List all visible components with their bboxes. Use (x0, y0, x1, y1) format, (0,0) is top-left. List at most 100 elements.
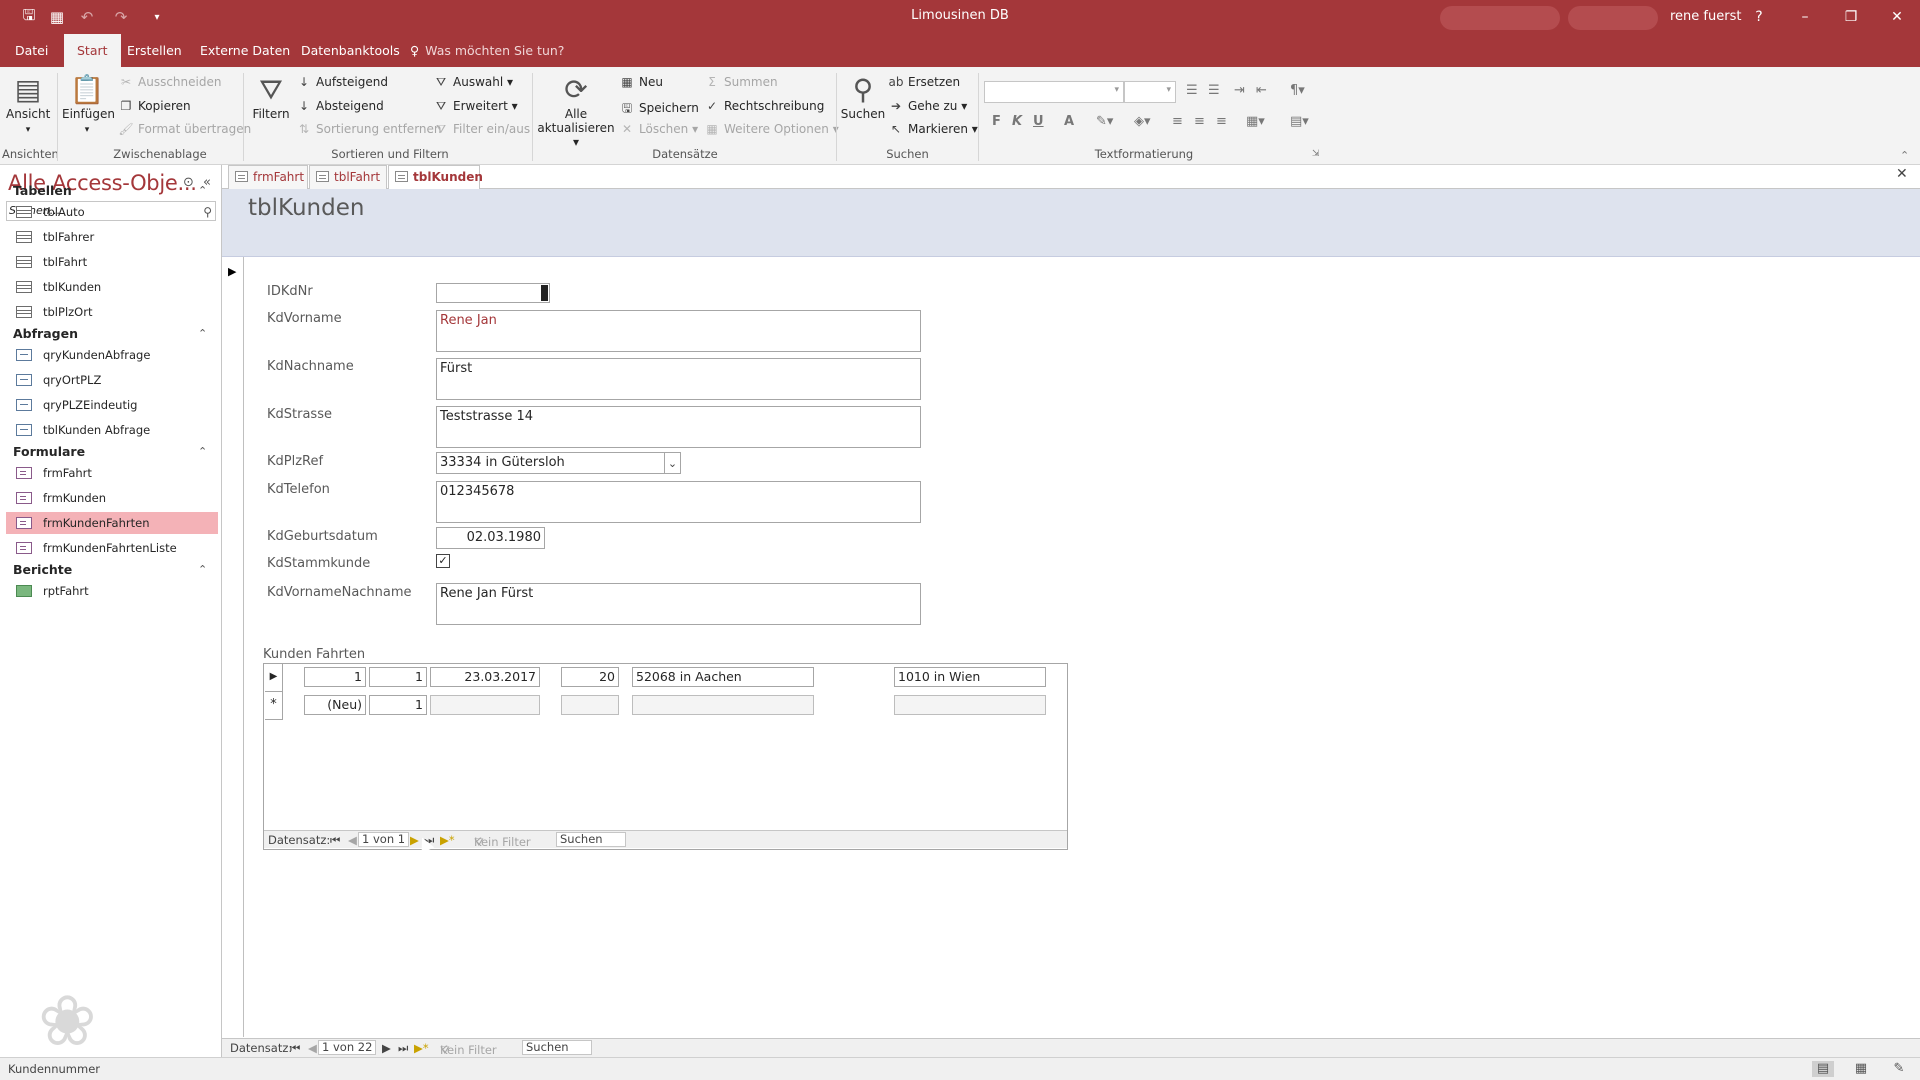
subform-cell[interactable]: 1 (369, 695, 427, 715)
subform-record-position[interactable]: 1 von 1 (358, 832, 410, 847)
subform-cell[interactable]: 23.03.2017 (430, 667, 540, 687)
new-record-icon[interactable]: ▶* (440, 833, 455, 847)
tab-datei[interactable]: Datei (2, 34, 61, 67)
kdgeburtsdatum-field[interactable]: 02.03.1980 (436, 527, 545, 549)
nav-item[interactable]: qryOrtPLZ (6, 369, 218, 391)
collapse-section-icon[interactable]: ⌃ (198, 327, 207, 340)
alle-aktualisieren-button[interactable]: ⟳ Alle aktualisieren ▾ (537, 73, 615, 149)
weitere-optionen-button[interactable]: ▦ Weitere Optionen ▾ (704, 122, 838, 136)
subform-cell[interactable] (894, 695, 1046, 715)
einfuegen-button[interactable]: 📋 Einfügen ▾ (62, 73, 115, 135)
kopieren-button[interactable]: ❐ Kopieren (118, 99, 191, 113)
tab-start[interactable]: Start (64, 34, 121, 67)
rtl-icon[interactable]: ¶▾ (1290, 83, 1305, 98)
summen-button[interactable]: Σ Summen (704, 75, 777, 89)
nav-item[interactable]: tblFahrt (6, 251, 218, 273)
speichern-button[interactable]: 🖫 Speichern (619, 99, 699, 120)
outdent-icon[interactable]: ⇤ (1256, 83, 1267, 98)
main-search-box[interactable]: Suchen (522, 1040, 592, 1055)
erweitert-button[interactable]: ⛛ Erweitert ▾ (433, 99, 518, 114)
subform-cell[interactable]: 1010 in Wien (894, 667, 1046, 687)
subform-cell[interactable]: 20 (561, 667, 619, 687)
nav-section-header[interactable]: Abfragen (13, 326, 78, 341)
main-record-position[interactable]: 1 von 22 (318, 1040, 377, 1055)
subform-cell[interactable]: 1 (369, 667, 427, 687)
neu-button[interactable]: ▦ Neu (619, 75, 663, 89)
doctab-tblkunden[interactable]: tblKunden (388, 165, 483, 190)
fill-color-icon[interactable]: ◈▾ (1134, 114, 1151, 129)
align-right-icon[interactable]: ≡ (1216, 114, 1227, 129)
suchen-button[interactable]: ⚲ Suchen (840, 73, 886, 121)
close-document-icon[interactable]: ✕ (1896, 166, 1908, 182)
collapse-section-icon[interactable]: ⌃ (198, 563, 207, 576)
nav-item[interactable]: tblPlzOrt (6, 301, 218, 323)
subform-cell[interactable]: (Neu) (304, 695, 366, 715)
nav-menu-icon[interactable]: ⊙ (183, 175, 194, 190)
align-center-icon[interactable]: ≡ (1194, 114, 1205, 129)
ausschneiden-button[interactable]: ✂ Ausschneiden (118, 75, 221, 89)
record-selector[interactable]: ▶ (222, 257, 244, 1037)
last-record-icon[interactable]: ⏭ (398, 1041, 408, 1056)
nav-section-header[interactable]: Tabellen (13, 183, 72, 198)
tab-externe-daten[interactable]: Externe Daten (187, 34, 303, 67)
previous-record-icon[interactable]: ◀ (348, 833, 357, 847)
bullets-icon[interactable]: ☰ (1186, 83, 1198, 98)
subform-cell[interactable] (561, 695, 619, 715)
sortierung-entfernen-button[interactable]: ⇅ Sortierung entfernen (296, 122, 442, 136)
next-record-icon[interactable]: ▶ (382, 1041, 391, 1055)
italic-button[interactable]: K (1012, 114, 1022, 129)
doctab-frmfahrt[interactable]: frmFahrt (228, 165, 308, 189)
kdvornamenachname-field[interactable]: Rene Jan Fürst (436, 583, 921, 625)
absteigend-button[interactable]: ↓ Absteigend (296, 99, 384, 113)
ansicht-button[interactable]: ▤ Ansicht ▾ (6, 73, 50, 135)
alternate-row-icon[interactable]: ▤▾ (1290, 114, 1309, 129)
collapse-section-icon[interactable]: ⌃ (198, 184, 207, 197)
first-record-icon[interactable]: ⏮ (290, 1041, 300, 1056)
new-row-icon[interactable]: * (265, 692, 283, 720)
nav-item[interactable]: tblFahrer (6, 226, 218, 248)
tab-datenbanktools[interactable]: Datenbanktools (288, 34, 413, 67)
restore-button[interactable]: ❐ (1836, 4, 1866, 30)
filtern-button[interactable]: ⛛ Filtern (250, 73, 292, 121)
gridlines-icon[interactable]: ▦▾ (1246, 114, 1265, 129)
gehe-zu-button[interactable]: ➔ Gehe zu ▾ (888, 99, 967, 113)
subform-cell[interactable] (632, 695, 814, 715)
form-view-icon[interactable]: ▤ (1812, 1061, 1834, 1077)
filter-ein-aus-button[interactable]: ⛛ Filter ein/aus (433, 122, 530, 137)
collapse-ribbon-icon[interactable]: ⌃ (1900, 149, 1909, 162)
subform-search-box[interactable]: Suchen (556, 832, 626, 847)
first-record-icon[interactable]: ⏮ (330, 833, 340, 848)
align-left-icon[interactable]: ≡ (1172, 114, 1183, 129)
kdtelefon-field[interactable]: 012345678 (436, 481, 921, 523)
layout-view-icon[interactable]: ▦ (1850, 1061, 1872, 1077)
collapse-section-icon[interactable]: ⌃ (198, 445, 207, 458)
help-button[interactable]: ? (1744, 4, 1774, 30)
current-row-icon[interactable]: ▶ (265, 664, 283, 692)
kdnachname-field[interactable]: Fürst (436, 358, 921, 400)
nav-item[interactable]: frmFahrt (6, 462, 218, 484)
kdstrasse-field[interactable]: Teststrasse 14 (436, 406, 921, 448)
auswahl-button[interactable]: ⛛ Auswahl ▾ (433, 75, 513, 90)
highlight-icon[interactable]: ✎▾ (1096, 114, 1113, 129)
new-record-icon[interactable]: ▶* (414, 1041, 429, 1055)
subform-cell[interactable]: 1 (304, 667, 366, 687)
indent-icon[interactable]: ⇥ (1234, 83, 1245, 98)
rechtschreibung-button[interactable]: ✓ Rechtschreibung (704, 99, 824, 113)
loeschen-button[interactable]: ✕ Löschen ▾ (619, 122, 698, 136)
minimize-button[interactable]: – (1790, 4, 1820, 30)
subform-cell[interactable] (430, 695, 540, 715)
numbering-icon[interactable]: ☰ (1208, 83, 1220, 98)
nav-item[interactable]: frmKunden (6, 487, 218, 509)
ersetzen-button[interactable]: ab Ersetzen (888, 75, 961, 89)
bold-button[interactable]: F (992, 114, 1001, 129)
account-name[interactable]: rene fuerst (1670, 9, 1741, 24)
tab-erstellen[interactable]: Erstellen (114, 34, 195, 67)
subform-cell[interactable]: 52068 in Aachen (632, 667, 814, 687)
dialog-launcher-icon[interactable]: ⇲ (1312, 149, 1320, 159)
nav-item[interactable]: tblAuto (6, 201, 218, 223)
nav-item[interactable]: qryPLZEindeutig (6, 394, 218, 416)
kdplzref-combobox[interactable]: 33334 in Gütersloh ⌄ (436, 452, 681, 474)
nav-section-header[interactable]: Berichte (13, 562, 72, 577)
tell-me-box[interactable]: ♀ Was möchten Sie tun? (410, 34, 564, 67)
kdstammkunde-checkbox[interactable]: ✓ (436, 554, 450, 568)
